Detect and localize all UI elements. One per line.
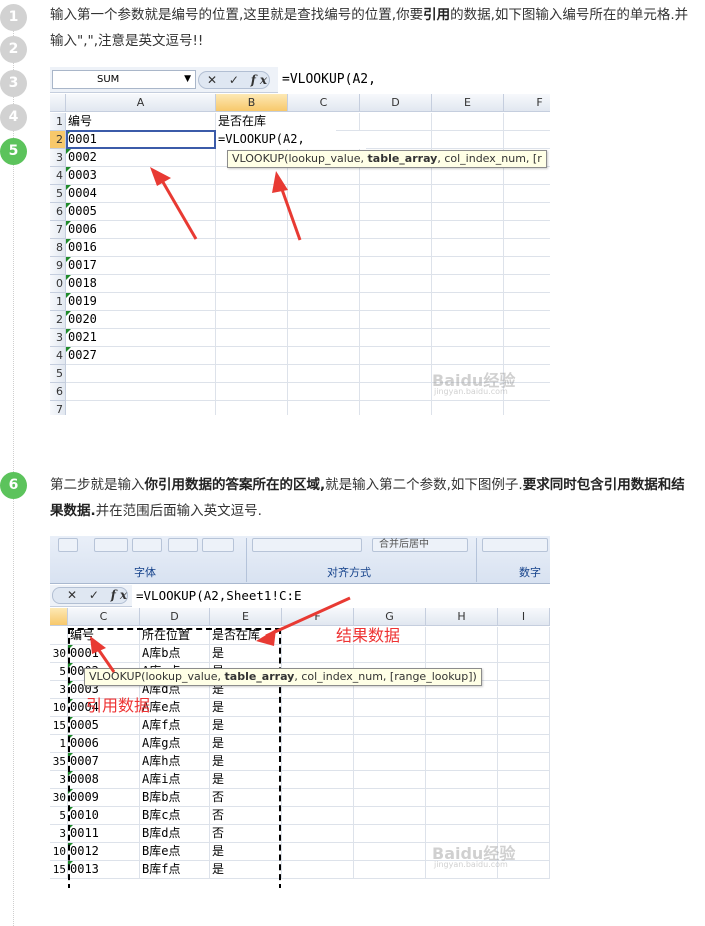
excel-screenshot-1: SUM ▼ ✕ ✓ fx =VLOOKUP(A2, A B C D E F 1 编号 2 0001 3… (50, 67, 550, 415)
step-badge-3: 3 (0, 70, 27, 97)
step-badge-5: 5 (0, 138, 27, 165)
step-badge-1: 1 (0, 4, 27, 31)
step-6-text-a: 第二步就是输入 (50, 477, 145, 493)
arrow-overlay (150, 167, 302, 241)
step-6-text-b: 你引用数据的答案所在的区域, (144, 477, 326, 493)
annotation-result-data: 结果数据 (336, 626, 401, 645)
step-badge-6: 6 (0, 472, 27, 499)
step-6-text-e: 并在范围后面输入英文逗号. (95, 503, 262, 519)
baidu-watermark-sub-1: jingyan.baidu.com (434, 387, 508, 396)
step-badge-2: 2 (0, 36, 27, 63)
excel-screenshot-2: 合并后居中 字体 对齐方式 数字 ✕ ✓ fx =VLOOKUP(A2,Shee… (50, 536, 550, 888)
red-arrowhead-formula (272, 171, 288, 193)
step-1-text-a: 输入第一个参数就是编号的位置,这里就是查找编号的位置,你要 (50, 7, 424, 23)
baidu-watermark-sub-2: jingyan.baidu.com (434, 860, 508, 869)
step-badge-4: 4 (0, 104, 27, 131)
step-6-text-c: 就是输入第二个参数,如下图例子. (325, 477, 523, 493)
red-arrowhead-ref (90, 636, 106, 654)
annotation-reference-data: 引用数据 (86, 696, 151, 715)
red-arrowhead-a2 (150, 167, 171, 186)
red-arrow-to-a2 (158, 176, 198, 240)
step-1-text: 输入第一个参数就是编号的位置,这里就是查找编号的位置,你要引用的数据,如下图输入… (50, 2, 690, 54)
step-6-text: 第二步就是输入你引用数据的答案所在的区域,就是输入第二个参数,如下图例子.要求同… (50, 472, 690, 524)
step-1-text-bold: 引用 (423, 7, 451, 23)
red-arrowhead-result (256, 629, 276, 646)
